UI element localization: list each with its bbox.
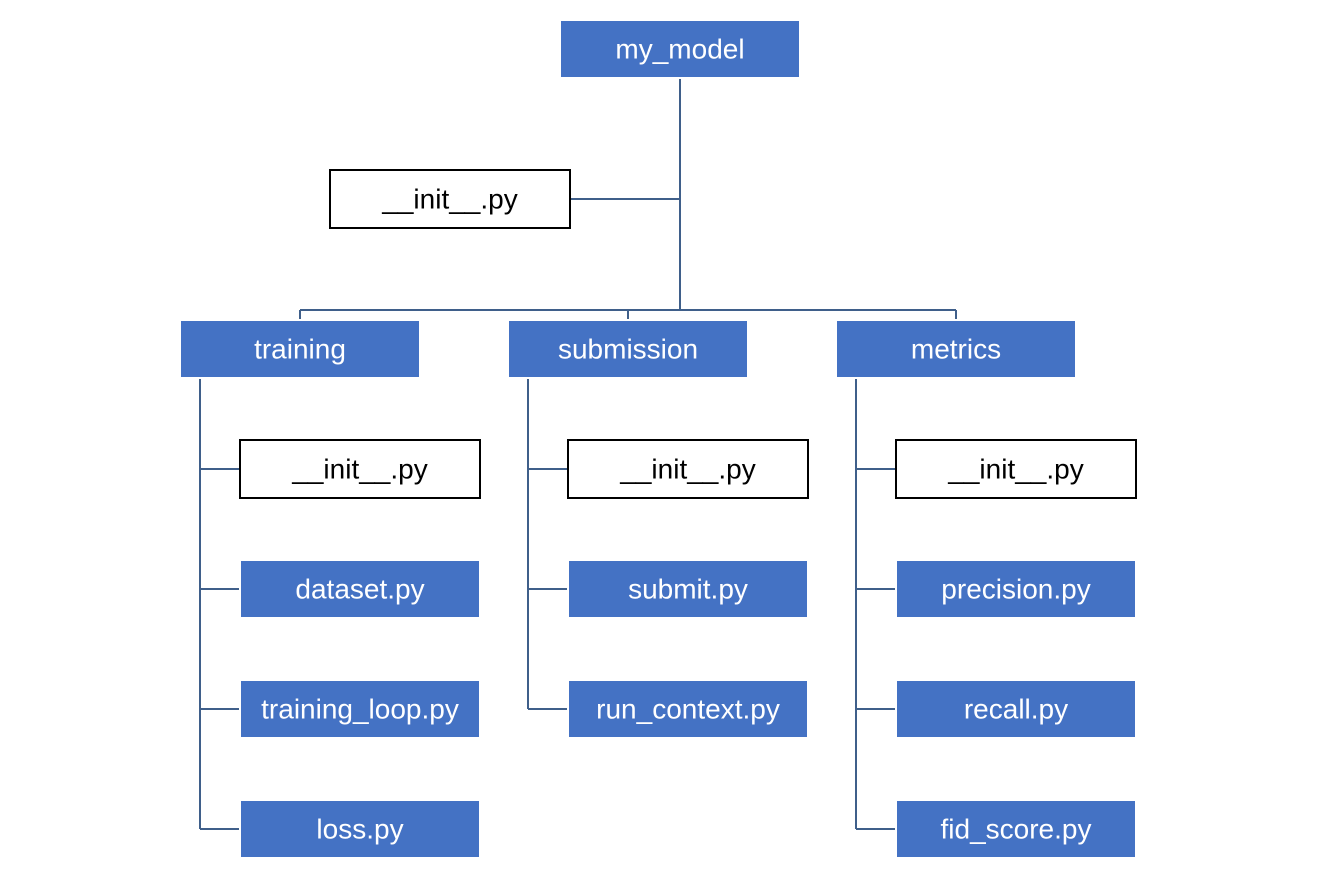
- file-label-0-1: dataset.py: [295, 573, 424, 604]
- file-label-1-0: __init__.py: [619, 453, 755, 484]
- root-folder-label: my_model: [615, 33, 744, 64]
- file-label-2-0: __init__.py: [947, 453, 1083, 484]
- file-label-1-2: run_context.py: [596, 693, 780, 724]
- file-label-2-1: precision.py: [941, 573, 1090, 604]
- file-label-0-2: training_loop.py: [261, 693, 459, 724]
- child-folder-label-1: submission: [558, 333, 698, 364]
- directory-tree-diagram: my_model __init__.py training __init__.pyda…: [0, 0, 1337, 893]
- file-label-0-3: loss.py: [316, 813, 403, 844]
- child-folder-label-0: training: [254, 333, 346, 364]
- file-label-2-3: fid_score.py: [941, 813, 1092, 844]
- file-label-2-2: recall.py: [964, 693, 1068, 724]
- file-label-0-0: __init__.py: [291, 453, 427, 484]
- root-init-label: __init__.py: [381, 183, 517, 214]
- file-label-1-1: submit.py: [628, 573, 748, 604]
- child-folder-label-2: metrics: [911, 333, 1001, 364]
